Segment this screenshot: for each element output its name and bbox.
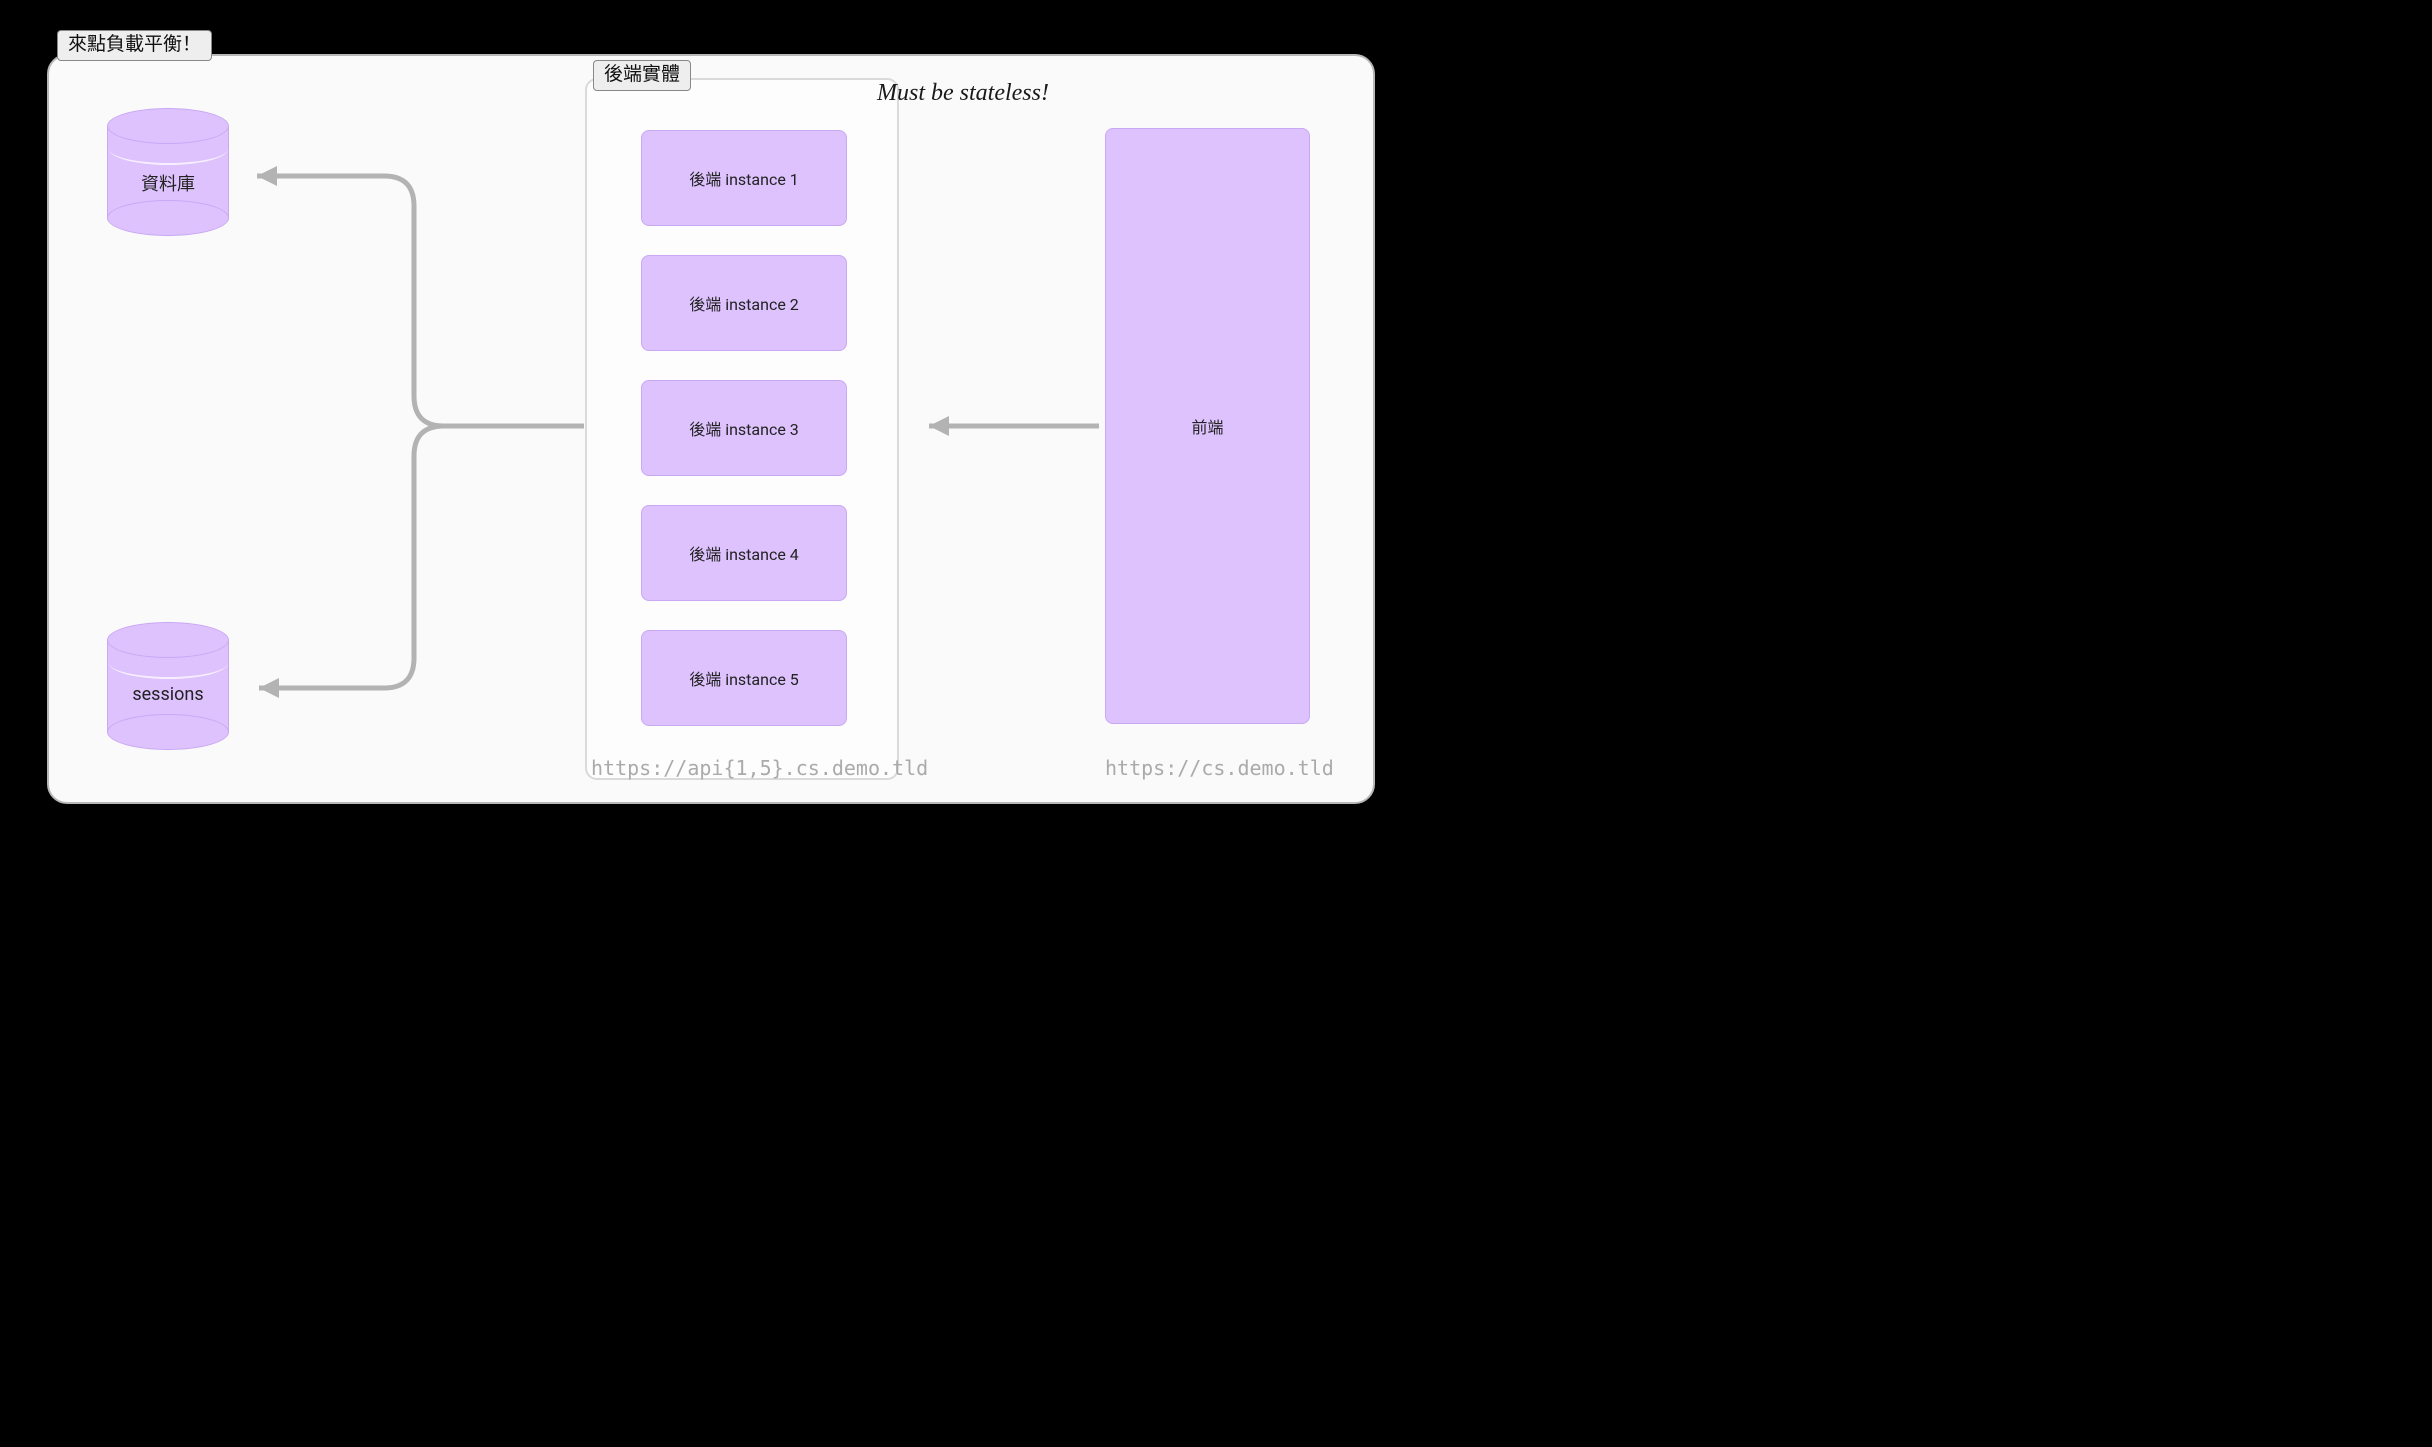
database-2-label: sessions [107, 684, 229, 705]
backend-instance-2: 後端 instance 2 [641, 255, 847, 351]
frontend-label: 前端 [1191, 414, 1223, 438]
frontend-box: 前端 [1105, 128, 1310, 724]
frontend-url-label: https://cs.demo.tld [1105, 756, 1334, 780]
backend-instance-5: 後端 instance 5 [641, 630, 847, 726]
database-cylinder-2: sessions [107, 622, 229, 747]
diagram-title-label: 來點負載平衡！ [57, 30, 212, 61]
backend-frame-title: 後端實體 [604, 62, 680, 85]
backend-frame-title-label: 後端實體 [593, 60, 691, 91]
diagram-canvas: 來點負載平衡！ [47, 14, 1467, 834]
outer-frame: 來點負載平衡！ [47, 54, 1375, 804]
stateless-annotation: Must be stateless! [877, 80, 1049, 107]
diagram-title: 來點負載平衡！ [68, 32, 201, 55]
backend-instance-1-label: 後端 instance 1 [689, 166, 799, 190]
backend-instance-3: 後端 instance 3 [641, 380, 847, 476]
backend-instance-3-label: 後端 instance 3 [689, 416, 799, 440]
backend-instance-2-label: 後端 instance 2 [689, 291, 799, 315]
backend-instance-1: 後端 instance 1 [641, 130, 847, 226]
arrow-backend-to-databases [257, 166, 584, 698]
backend-instance-4: 後端 instance 4 [641, 505, 847, 601]
backend-instance-5-label: 後端 instance 5 [689, 666, 799, 690]
backend-instances-frame: 後端實體 後端 instance 1 後端 instance 2 後端 inst… [585, 78, 899, 780]
database-cylinder-1: 資料庫 [107, 108, 229, 233]
backend-instance-4-label: 後端 instance 4 [689, 541, 799, 565]
database-1-label: 資料庫 [107, 170, 229, 196]
backend-url-label: https://api{1,5}.cs.demo.tld [591, 756, 928, 780]
arrow-frontend-to-backend [929, 416, 1099, 436]
